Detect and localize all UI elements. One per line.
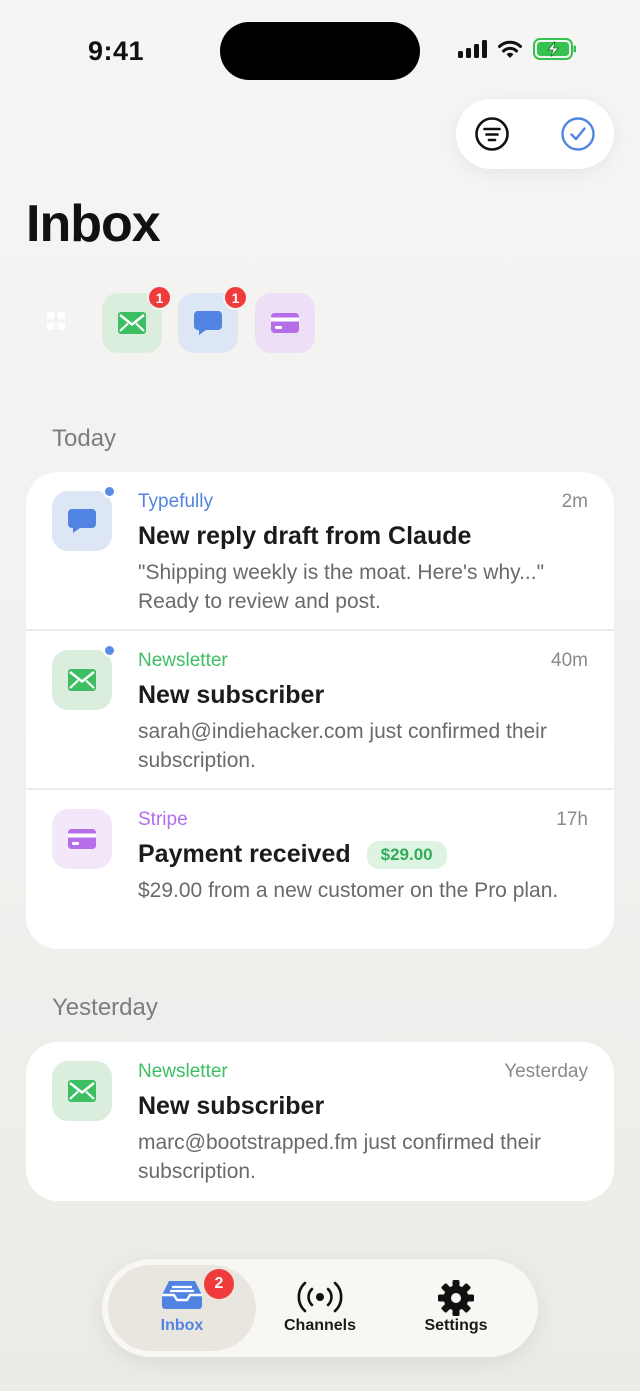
envelope-icon xyxy=(118,312,146,334)
notification-item[interactable]: Stripe 17h Payment received $29.00 $29.0… xyxy=(26,790,614,949)
mark-all-read-button[interactable] xyxy=(560,116,596,152)
notification-item[interactable]: Newsletter Yesterday New subscriber marc… xyxy=(26,1042,614,1201)
item-body: "Shipping weekly is the moat. Here's why… xyxy=(138,561,545,613)
chip-all-inner xyxy=(45,310,67,337)
notification-item[interactable]: Newsletter 40m New subscriber sarah@indi… xyxy=(26,631,614,790)
envelope-icon xyxy=(68,1080,96,1102)
unread-dot xyxy=(103,644,116,657)
inbox-tray-icon xyxy=(162,1281,202,1309)
page-title: Inbox xyxy=(26,195,161,253)
amount-badge: $29.00 xyxy=(366,840,447,869)
item-body: marc@bootstrapped.fm just confirmed thei… xyxy=(138,1131,541,1183)
item-source: Stripe xyxy=(138,809,188,830)
item-title-text: New reply draft from Claude xyxy=(138,522,472,550)
credit-card-icon xyxy=(271,313,299,333)
item-source: Typefully xyxy=(138,491,213,512)
dynamic-island xyxy=(220,22,420,80)
checkmark-circle-icon xyxy=(561,117,595,151)
filter-button[interactable] xyxy=(474,116,510,152)
notification-card-yesterday: Newsletter Yesterday New subscriber marc… xyxy=(26,1042,614,1201)
cellular-signal-icon xyxy=(458,40,487,58)
item-body: $29.00 from a new customer on the Pro pl… xyxy=(138,879,559,902)
tab-bar: 2 Inbox Channels Settings xyxy=(102,1259,538,1357)
item-title: New subscriber xyxy=(138,681,324,710)
chip-unread-badge: 1 xyxy=(147,285,172,310)
tab-unread-badge: 2 xyxy=(204,1269,234,1299)
gear-icon xyxy=(438,1280,474,1316)
tab-label: Settings xyxy=(424,1317,488,1334)
unread-dot xyxy=(103,485,116,498)
chip-newsletter[interactable]: 1 xyxy=(102,285,172,353)
item-title: Payment received $29.00 xyxy=(138,840,447,869)
grid-icon xyxy=(47,311,65,330)
item-time: 17h xyxy=(556,809,588,830)
newsletter-icon xyxy=(52,1061,112,1121)
section-label-today: Today xyxy=(52,425,117,452)
envelope-icon xyxy=(68,669,96,691)
status-icons xyxy=(458,38,577,60)
wifi-icon xyxy=(498,40,522,58)
status-time: 9:41 xyxy=(88,36,145,66)
item-title: New reply draft from Claude xyxy=(138,522,471,551)
chip-stripe[interactable] xyxy=(255,293,315,353)
notification-item[interactable]: Typefully 2m New reply draft from Claude… xyxy=(26,472,614,631)
item-title-text: New subscriber xyxy=(138,1092,325,1120)
notification-card-today: Typefully 2m New reply draft from Claude… xyxy=(26,472,614,949)
item-title-text: Payment received xyxy=(138,840,351,868)
chip-typefully[interactable]: 1 xyxy=(178,285,248,353)
battery-charging-icon xyxy=(533,38,576,60)
tab-label: Channels xyxy=(283,1317,356,1334)
item-title-text: New subscriber xyxy=(138,681,325,709)
item-title: New subscriber xyxy=(138,1092,324,1121)
item-source: Newsletter xyxy=(138,1061,228,1082)
chat-bubble-icon xyxy=(194,311,222,335)
tab-settings[interactable]: Settings xyxy=(382,1265,530,1351)
chip-unread-badge: 1 xyxy=(223,285,248,310)
chat-bubble-icon xyxy=(68,509,96,533)
stripe-icon xyxy=(52,809,112,869)
section-label-yesterday: Yesterday xyxy=(52,994,158,1021)
chip-all-channels[interactable] xyxy=(26,293,86,353)
top-actions-pill xyxy=(456,99,614,169)
tab-label: Inbox xyxy=(160,1317,204,1334)
item-time: 2m xyxy=(561,491,588,512)
newsletter-icon xyxy=(52,650,112,710)
item-source: Newsletter xyxy=(138,650,228,671)
typefully-icon xyxy=(52,491,112,551)
item-body: sarah@indiehacker.com just confirmed the… xyxy=(138,720,547,772)
tab-channels[interactable]: Channels xyxy=(246,1265,394,1351)
broadcast-icon xyxy=(297,1281,343,1313)
filter-icon xyxy=(475,117,509,151)
item-time: Yesterday xyxy=(504,1061,588,1082)
credit-card-icon xyxy=(68,829,96,849)
item-time: 40m xyxy=(551,650,588,671)
tab-inbox[interactable]: 2 Inbox xyxy=(108,1265,256,1351)
